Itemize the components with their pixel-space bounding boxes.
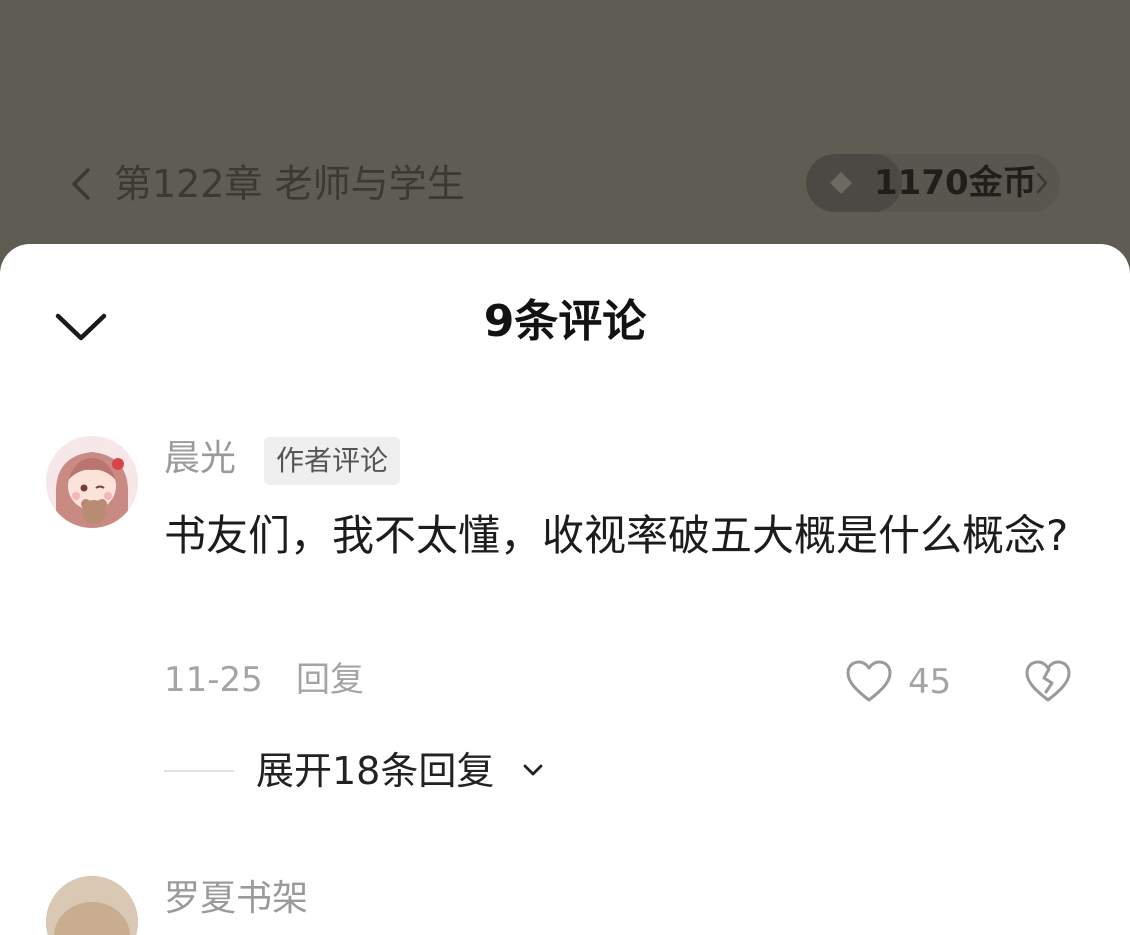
comment-date: 11-25 <box>164 660 263 700</box>
chevron-right-icon <box>1036 172 1048 194</box>
reply-button[interactable]: 回复 <box>296 658 364 702</box>
avatar-illustration <box>46 436 138 528</box>
avatar[interactable] <box>46 876 138 935</box>
comments-count-title: 9条评论 <box>483 296 647 347</box>
chapter-title[interactable]: 第122章 老师与学生 <box>114 160 465 208</box>
like-count: 45 <box>908 662 952 702</box>
heart-icon[interactable] <box>844 658 894 704</box>
author-comment-badge: 作者评论 <box>264 437 401 485</box>
coin-diamond-icon <box>830 172 852 194</box>
reader-top-bar: 第122章 老师与学生 1170金币 <box>0 0 1130 260</box>
broken-heart-icon[interactable] <box>1022 658 1074 704</box>
expand-replies-button[interactable]: 展开18条回复 <box>256 746 494 796</box>
replies-divider <box>164 770 234 772</box>
chevron-left-icon[interactable] <box>66 166 96 202</box>
comment-text: 书友们，我不太懂，收视率破五大概是什么概念? <box>164 511 1069 560</box>
coins-balance: 1170金币 <box>874 163 1037 203</box>
coins-button[interactable]: 1170金币 <box>806 154 1060 212</box>
chevron-down-icon[interactable] <box>522 763 544 777</box>
comments-sheet: 9条评论 晨光 作者评论 书友们，我不太懂，收视率破五大概是什么概念? 11-2… <box>0 244 1130 935</box>
comment-username[interactable]: 晨光 <box>164 436 236 482</box>
comment-username[interactable]: 罗夏书架 <box>164 876 308 922</box>
avatar[interactable] <box>46 436 138 528</box>
avatar-illustration <box>46 876 138 935</box>
